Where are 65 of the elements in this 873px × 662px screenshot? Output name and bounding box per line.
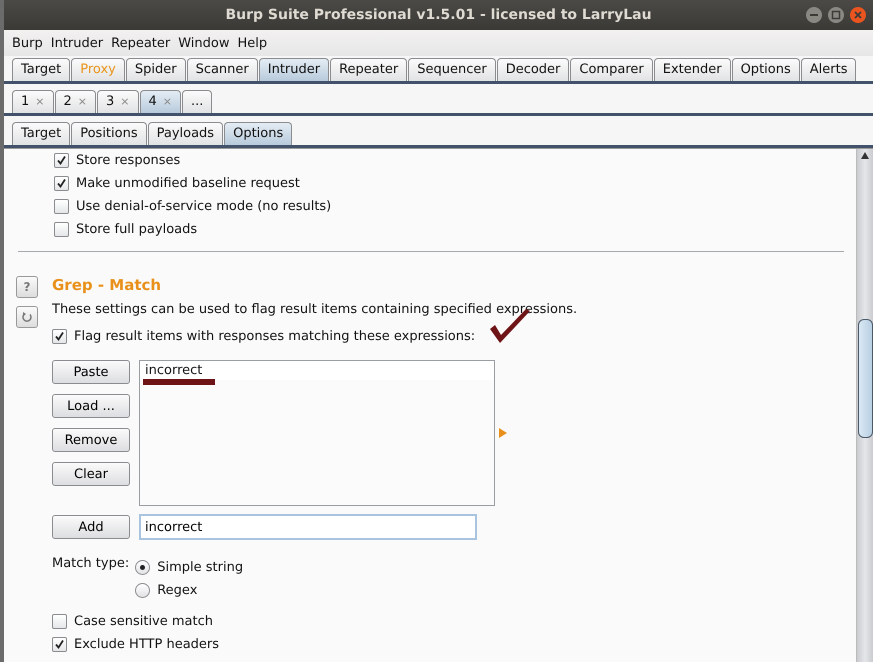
tab[interactable]: Positions — [71, 122, 147, 145]
section-title: Grep - Match — [52, 276, 162, 294]
radio-label: Regex — [157, 583, 198, 598]
tab[interactable]: Target — [12, 122, 70, 145]
match-type-label: Match type: — [52, 556, 130, 573]
menu-item[interactable]: Burp — [8, 36, 47, 50]
list-action-button[interactable]: Remove — [52, 428, 130, 452]
menu-item[interactable]: Window — [174, 36, 234, 50]
underline-annotation — [143, 379, 215, 385]
expression-input[interactable]: incorrect — [139, 514, 477, 540]
reset-icon — [21, 311, 33, 323]
list-action-button[interactable]: Clear — [52, 462, 130, 486]
reset-button[interactable] — [16, 306, 38, 328]
minimize-icon[interactable] — [805, 6, 823, 24]
maximize-icon[interactable] — [827, 6, 845, 24]
close-icon[interactable] — [849, 6, 867, 24]
checkbox[interactable] — [54, 153, 69, 168]
tab[interactable]: Repeater — [330, 58, 408, 81]
menu-item[interactable]: Repeater — [107, 36, 174, 50]
add-button[interactable]: Add — [52, 515, 130, 539]
window-title: Burp Suite Professional v1.5.01 - licensed to LarryLau — [224, 7, 653, 23]
expression-list[interactable]: incorrect — [139, 360, 495, 506]
section-description: These settings can be used to flag result items containing specified expressions. — [52, 302, 578, 317]
attack-tab[interactable]: 4 × — [140, 90, 181, 113]
scrollbar-thumb[interactable] — [858, 319, 873, 438]
checkbox-label: Exclude HTTP headers — [74, 637, 220, 652]
checkbox-label: Use denial-of-service mode (no results) — [76, 199, 332, 214]
radio-button[interactable] — [135, 583, 150, 598]
tab[interactable]: Spider — [126, 58, 186, 81]
attack-tab[interactable]: 2 × — [54, 90, 96, 113]
expand-arrow-icon[interactable] — [499, 428, 507, 438]
tab[interactable]: Extender — [654, 58, 731, 81]
tab[interactable]: Decoder — [496, 58, 570, 81]
tab[interactable]: Sequencer — [408, 58, 496, 81]
tab[interactable]: Comparer — [570, 58, 653, 81]
help-button[interactable]: ? — [16, 276, 38, 298]
list-item[interactable]: incorrect — [140, 361, 494, 380]
attack-tab[interactable]: 3 × — [97, 90, 138, 113]
menu-item[interactable]: Intruder — [46, 36, 108, 50]
menu-item[interactable]: Help — [234, 36, 272, 50]
radio-label: Simple string — [157, 560, 244, 575]
checkbox[interactable] — [54, 199, 69, 214]
scrollbar[interactable] — [856, 149, 873, 662]
radio-button[interactable] — [135, 560, 150, 575]
checkbox-label: Make unmodified baseline request — [76, 176, 300, 191]
tab[interactable]: Target — [12, 58, 70, 81]
attack-tab[interactable]: ... — [182, 90, 212, 113]
tab[interactable]: Scanner — [186, 58, 258, 81]
tab[interactable]: Intruder — [258, 58, 330, 81]
checkbox-label: Flag result items with responses matching these expressions: — [74, 329, 476, 344]
tab[interactable]: Alerts — [800, 58, 856, 81]
checkbox-label: Store full payloads — [76, 222, 198, 237]
checkbox-label: Case sensitive match — [74, 614, 213, 629]
checkbox[interactable] — [54, 222, 69, 237]
list-action-button[interactable]: Load ... — [52, 394, 130, 418]
checkbox-label: Store responses — [76, 153, 180, 168]
tab[interactable]: Payloads — [148, 122, 224, 145]
checkbox[interactable] — [52, 614, 67, 629]
checkbox[interactable] — [54, 176, 69, 191]
checkbox[interactable] — [52, 637, 67, 652]
tab[interactable]: Options — [224, 122, 292, 145]
attack-tab[interactable]: 1 × — [12, 90, 54, 113]
tab[interactable]: Options — [732, 58, 800, 81]
checkbox[interactable] — [52, 329, 67, 344]
list-action-button[interactable]: Paste — [52, 360, 130, 384]
